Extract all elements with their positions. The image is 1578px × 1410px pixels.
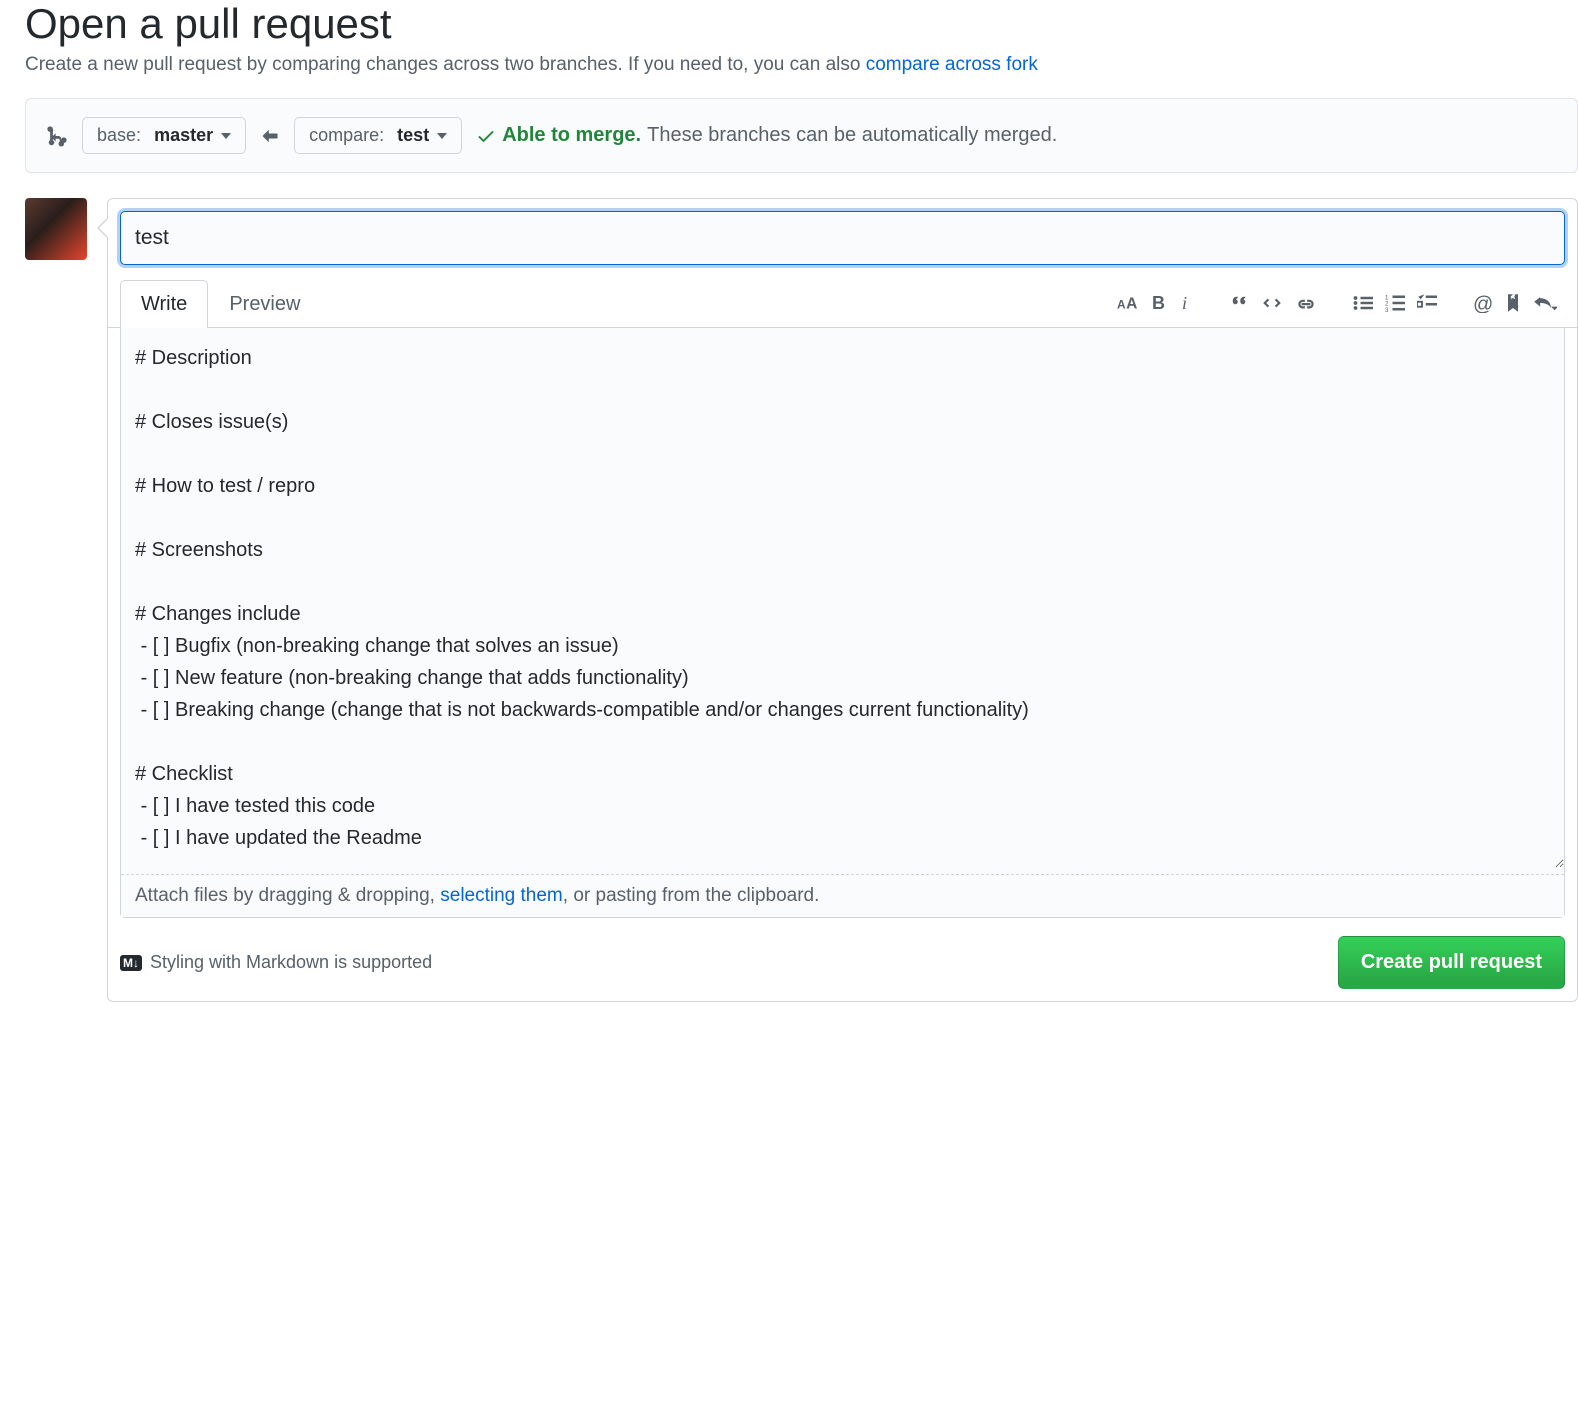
avatar [25, 198, 87, 260]
svg-text:3: 3 [1385, 307, 1389, 313]
page-subtitle: Create a new pull request by comparing c… [25, 54, 1578, 76]
arrow-left-icon [260, 126, 280, 146]
attach-prefix: Attach files by dragging & dropping, [135, 885, 440, 906]
base-label: base: [97, 125, 141, 146]
merge-ok-text: Able to merge. [502, 124, 641, 147]
bullet-list-icon[interactable] [1353, 293, 1373, 313]
tab-preview[interactable]: Preview [208, 280, 321, 328]
compare-label: compare: [309, 125, 384, 146]
chevron-down-icon [437, 133, 447, 139]
markdown-hint[interactable]: M↓ Styling with Markdown is supported [120, 952, 432, 973]
pr-form: Write Preview AA B i 123 [107, 198, 1578, 1002]
merge-status: Able to merge. These branches can be aut… [476, 124, 1057, 147]
markdown-toolbar: AA B i 123 @ [1117, 293, 1565, 313]
svg-text:A: A [1117, 298, 1126, 312]
quote-icon[interactable] [1229, 293, 1249, 313]
pr-body-textarea[interactable] [121, 328, 1564, 868]
markdown-hint-text: Styling with Markdown is supported [150, 952, 432, 973]
base-branch: master [154, 125, 213, 146]
code-icon[interactable] [1261, 293, 1283, 313]
compare-bar: base: master compare: test Able to merge… [25, 98, 1578, 173]
compare-forks-link[interactable]: compare across fork [866, 54, 1038, 75]
italic-icon[interactable]: i [1179, 293, 1193, 313]
check-icon [476, 126, 496, 146]
attach-select-link[interactable]: selecting them [440, 885, 563, 906]
markdown-icon: M↓ [120, 955, 142, 971]
create-pr-button[interactable]: Create pull request [1338, 936, 1565, 989]
task-list-icon[interactable] [1417, 293, 1437, 313]
compare-branch: test [397, 125, 429, 146]
link-icon[interactable] [1295, 293, 1317, 313]
attach-suffix: , or pasting from the clipboard. [563, 885, 820, 906]
subtitle-text: Create a new pull request by comparing c… [25, 54, 866, 75]
svg-text:B: B [1152, 293, 1165, 313]
compare-branch-button[interactable]: compare: test [294, 117, 462, 154]
reply-icon[interactable] [1533, 293, 1557, 313]
body-container: Attach files by dragging & dropping, sel… [120, 328, 1565, 918]
bookmark-icon[interactable] [1505, 293, 1521, 313]
base-branch-button[interactable]: base: master [82, 117, 246, 154]
heading-icon[interactable]: AA [1117, 293, 1139, 313]
editor-tabs: Write Preview AA B i 123 [108, 279, 1577, 328]
attach-hint[interactable]: Attach files by dragging & dropping, sel… [121, 874, 1564, 917]
page-title: Open a pull request [25, 0, 1578, 48]
form-footer: M↓ Styling with Markdown is supported Cr… [120, 936, 1565, 989]
svg-text:A: A [1126, 296, 1137, 313]
merge-desc-text: These branches can be automatically merg… [647, 124, 1057, 147]
bold-icon[interactable]: B [1151, 293, 1167, 313]
chevron-down-icon [221, 133, 231, 139]
svg-text:i: i [1182, 293, 1187, 313]
pr-title-input[interactable] [120, 211, 1565, 265]
numbered-list-icon[interactable]: 123 [1385, 293, 1405, 313]
git-compare-icon [46, 125, 68, 147]
mention-icon[interactable]: @ [1473, 293, 1493, 313]
tab-write[interactable]: Write [120, 280, 208, 328]
svg-text:@: @ [1473, 294, 1493, 314]
